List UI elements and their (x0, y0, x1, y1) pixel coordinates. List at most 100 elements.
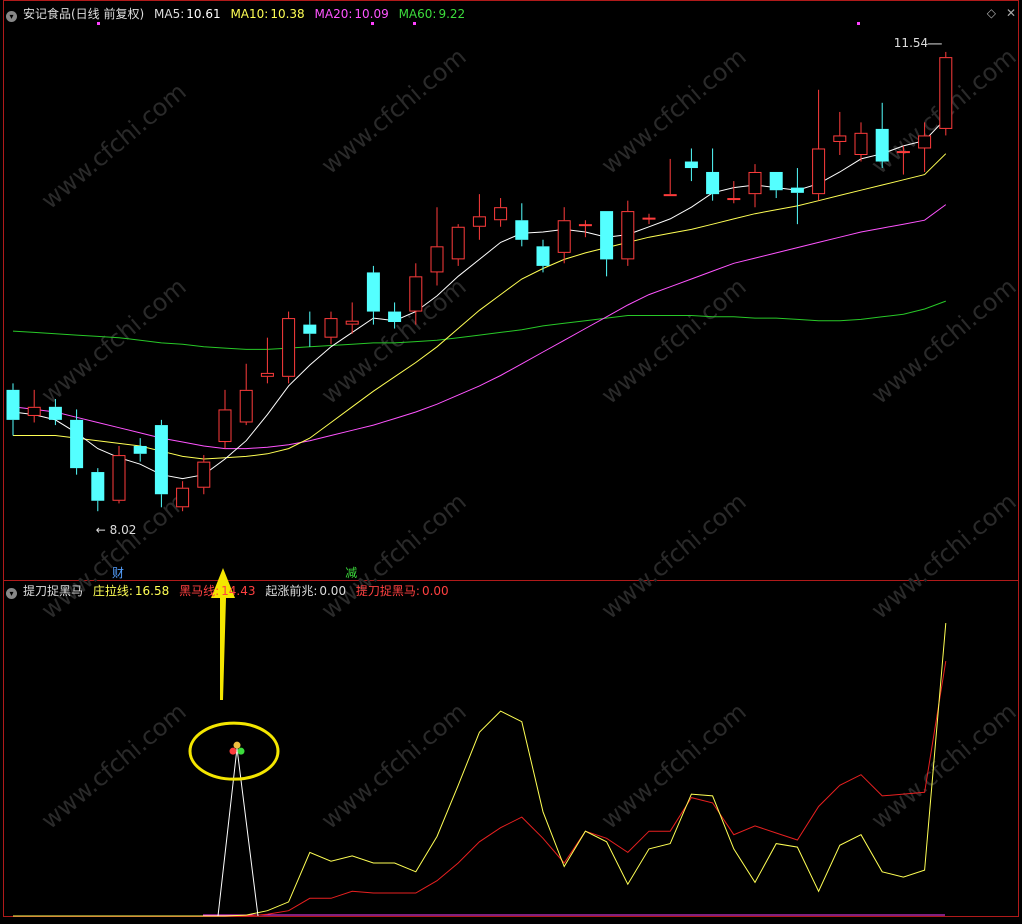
candle-body (472, 216, 486, 227)
event-dot (857, 22, 860, 25)
candle (769, 171, 783, 199)
candle-body (515, 220, 529, 240)
ma60-value: 9.22 (438, 7, 466, 21)
collapse-circle-icon[interactable]: ▾ (6, 588, 17, 599)
candle (303, 311, 317, 347)
candle (27, 389, 41, 423)
candle-body (875, 128, 889, 162)
candle-body (748, 171, 762, 195)
candle (133, 438, 147, 462)
candle-body (663, 194, 677, 197)
chart-canvas: www.cfchi.com www.cfchi.com www.cfchi.com w… (3, 0, 1022, 917)
watermark-text: www.cfchi.com (36, 77, 192, 214)
candle (91, 468, 105, 512)
chart-window: { "main_header": { "title": "安记食品(日线 前复权… (0, 0, 1022, 924)
candle (790, 168, 804, 225)
heima-value: 14.43 (221, 584, 256, 598)
signal-dot-green (237, 747, 245, 755)
candle-body (684, 161, 698, 169)
candle-body (282, 318, 296, 377)
stock-title: 安记食品(日线 前复权) (23, 7, 145, 21)
watermark-text: www.cfchi.com (596, 487, 752, 624)
candle (282, 311, 296, 384)
signal-spike (217, 748, 259, 917)
candle (578, 220, 592, 238)
candle (239, 363, 253, 426)
candle (494, 198, 508, 227)
candle (112, 445, 126, 504)
candle (154, 419, 168, 508)
candle-body (91, 472, 105, 501)
candle (748, 164, 762, 208)
candle-body (303, 324, 317, 334)
candle-body (324, 318, 338, 338)
watermark-text: www.cfchi.com (596, 697, 752, 834)
event-dot (413, 22, 416, 25)
candle-body (812, 148, 826, 195)
tidao-value: 0.00 (421, 584, 449, 598)
candle (366, 265, 380, 325)
candle-body (621, 211, 635, 260)
candle-body (388, 311, 402, 323)
candle-body (557, 220, 571, 253)
candle (70, 409, 84, 475)
candle-body (896, 151, 910, 154)
candle-body (345, 320, 359, 325)
collapse-circle-icon[interactable]: ▾ (6, 11, 17, 22)
candle-body (706, 171, 720, 195)
watermark-text: www.cfchi.com (866, 272, 1022, 409)
candle (536, 239, 550, 273)
candle-body (133, 445, 147, 454)
ma10-value: 10.38 (270, 7, 305, 21)
low-price-label: ← 8.02 (96, 523, 137, 537)
ma20-value: 10.09 (354, 7, 389, 21)
ma20-line (12, 204, 947, 450)
watermark-text: www.cfchi.com (36, 697, 192, 834)
candle-body (769, 171, 783, 191)
close-icon[interactable]: ✕ (1006, 6, 1016, 20)
watermark-text: www.cfchi.com (596, 42, 752, 179)
candle-body (48, 406, 62, 420)
candle (854, 122, 868, 162)
candle (197, 455, 211, 495)
candle-body (154, 425, 168, 495)
candle-body (176, 487, 190, 508)
watermark-text: www.cfchi.com (36, 487, 192, 624)
candle (812, 89, 826, 201)
ma60-label: MA60: (398, 7, 437, 21)
candle-body (790, 187, 804, 193)
watermark-text: www.cfchi.com (866, 697, 1022, 834)
candle (176, 481, 190, 512)
candle (260, 337, 274, 384)
signal-dot-gold (233, 741, 241, 749)
candle-body (70, 419, 84, 469)
candle (600, 211, 614, 277)
ma5-label: MA5: (154, 7, 185, 21)
ma20-label: MA20: (314, 7, 353, 21)
candle-body (578, 224, 592, 227)
candle-body (218, 409, 232, 443)
watermark-text: www.cfchi.com (596, 272, 752, 409)
indicator-header: ▾ 提刀捉黑马 庄拉线: 16.58 黑马线: 14.43 起涨前兆: 0.00 提刀捉… (6, 583, 455, 599)
candle-body (239, 389, 253, 423)
candle-body (6, 389, 20, 420)
candle-body (409, 276, 423, 312)
candle (324, 311, 338, 345)
heima-line (13, 661, 947, 917)
candle-body (112, 455, 126, 501)
signal-dot-red (229, 747, 237, 755)
qizhang-value: 0.00 (319, 584, 347, 598)
heima-label: 黑马线: (179, 584, 220, 598)
zhuang-label: 庄拉线: (92, 584, 133, 598)
candle (557, 207, 571, 264)
zhuang-line (13, 623, 947, 917)
candle-body (197, 461, 211, 488)
candle (939, 51, 953, 136)
candle (218, 389, 232, 449)
candle (430, 207, 444, 286)
diamond-icon[interactable]: ◇ (987, 6, 996, 20)
candle-body (451, 226, 465, 260)
tidao-label: 提刀捉黑马: (355, 584, 420, 598)
watermark-text: www.cfchi.com (866, 487, 1022, 624)
candle (663, 158, 677, 197)
